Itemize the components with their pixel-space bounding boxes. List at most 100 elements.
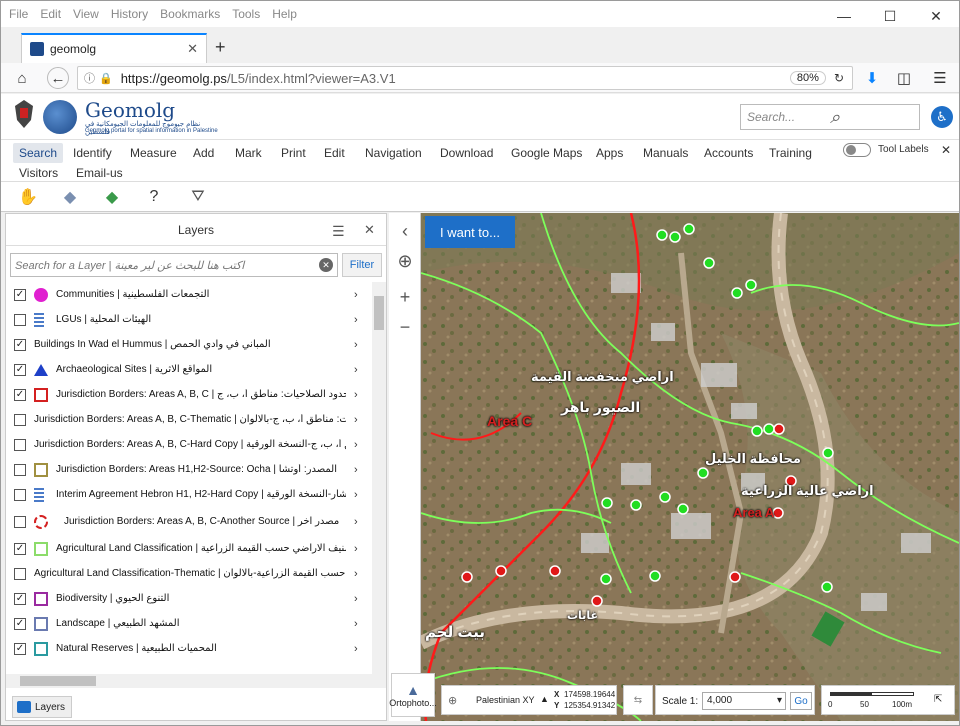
layer-row[interactable]: Agricultural Land Classification-Themati… — [6, 561, 372, 586]
hscrollbar-thumb[interactable] — [20, 676, 96, 686]
help-search-icon[interactable]: ? — [143, 186, 165, 208]
layer-expand-chevron-icon[interactable]: › — [354, 439, 358, 451]
layer-row[interactable]: ✓ Archaeological Sites | المواقع الاثرية › — [6, 357, 372, 382]
tab-accounts[interactable]: Accounts — [704, 146, 753, 160]
layer-expand-chevron-icon[interactable]: › — [354, 489, 358, 501]
menu-help[interactable]: Help — [272, 7, 297, 21]
locate-icon[interactable]: ⊕ — [393, 249, 417, 273]
layer-row[interactable]: ✓ Agricultural Land Classification | تصني… — [6, 536, 372, 561]
url-bar[interactable]: ⓘ 🔒 https://geomolg.ps/L5/index.html?vie… — [77, 66, 853, 90]
tab-visitors[interactable]: Visitors — [19, 166, 58, 180]
layer-checkbox[interactable] — [14, 438, 26, 451]
layer-stack-icon[interactable]: ◆ — [59, 186, 81, 208]
pan-hand-icon[interactable]: ✋ — [17, 186, 39, 208]
layer-row[interactable]: ✓ Biodiversity | التنوع الحيوي › — [6, 586, 372, 611]
zoom-level[interactable]: 80% — [789, 71, 826, 85]
tab-email-us[interactable]: Email-us — [76, 166, 123, 180]
tab-manuals[interactable]: Manuals — [643, 146, 688, 160]
maximize-icon[interactable]: ☐ — [867, 1, 913, 31]
layer-expand-chevron-icon[interactable]: › — [354, 339, 358, 351]
layer-checkbox[interactable] — [14, 567, 26, 580]
home-icon[interactable]: ⌂ — [11, 67, 33, 89]
tab-navigation[interactable]: Navigation — [365, 146, 422, 160]
layer-expand-chevron-icon[interactable]: › — [354, 643, 358, 655]
layer-checkbox[interactable] — [14, 463, 26, 476]
menu-edit[interactable]: Edit — [40, 7, 61, 21]
tab-mark[interactable]: Mark — [235, 146, 262, 160]
layer-list-scrollbar[interactable] — [372, 282, 386, 674]
browser-tab[interactable]: geomolg ✕ — [21, 33, 207, 63]
layer-row[interactable]: Jurisdiction Borders: Areas A, B, C-Anot… — [6, 509, 372, 534]
tab-edit[interactable]: Edit — [324, 146, 345, 160]
layer-checkbox[interactable]: ✓ — [14, 542, 26, 555]
layer-expand-chevron-icon[interactable]: › — [354, 543, 358, 555]
scrollbar-thumb[interactable] — [374, 296, 384, 330]
layer-search-input[interactable]: Search for a Layer | اكتب هنا للبحث عن ل… — [10, 253, 338, 277]
reload-icon[interactable]: ↻ — [834, 71, 844, 85]
lock-icon[interactable]: 🔒 — [99, 72, 113, 85]
scale-go-button[interactable]: Go — [790, 692, 812, 710]
layer-checkbox[interactable]: ✓ — [14, 338, 26, 351]
layer-row[interactable]: ✓ Jurisdiction Borders: Areas A, B, C | ح… — [6, 382, 372, 407]
layer-row[interactable]: ✓ Communities | التجمعات الفلسطينية › — [6, 282, 372, 307]
layer-expand-chevron-icon[interactable]: › — [354, 516, 358, 528]
menu-tools[interactable]: Tools — [232, 7, 260, 21]
layer-row[interactable]: ✓ Natural Reserves | المحميات الطبيعية › — [6, 636, 372, 661]
layers-tab[interactable]: Layers — [12, 696, 72, 718]
tab-measure[interactable]: Measure — [130, 146, 177, 160]
layer-row[interactable]: ✓ Buildings In Wad el Hummus | المباني في… — [6, 332, 372, 357]
sidebar-icon[interactable]: ◫ — [893, 67, 915, 89]
layer-row[interactable]: Jurisdiction Borders: Areas A, B, C-Hard… — [6, 432, 372, 457]
layer-row[interactable]: Interim Agreement Hebron H1, H2-Hard Cop… — [6, 482, 372, 507]
tab-google-maps[interactable]: Google Maps — [511, 146, 582, 160]
scale-dropdown-icon[interactable]: ▾ — [777, 695, 782, 706]
layer-expand-chevron-icon[interactable]: › — [354, 314, 358, 326]
layer-checkbox[interactable] — [14, 413, 26, 426]
layer-checkbox[interactable]: ✓ — [14, 388, 26, 401]
download-icon[interactable]: ⬇ — [861, 67, 883, 89]
scale-icon[interactable]: ⇆ — [623, 685, 653, 715]
i-want-to-button[interactable]: I want to... — [425, 216, 515, 248]
zoom-out-icon[interactable]: − — [393, 315, 417, 339]
accessibility-icon[interactable]: ♿ — [931, 106, 953, 128]
clear-search-icon[interactable]: ✕ — [319, 258, 333, 272]
info-icon[interactable]: ⓘ — [84, 70, 95, 86]
expand-icon[interactable]: ⇱ — [934, 694, 942, 705]
layer-expand-chevron-icon[interactable]: › — [354, 568, 358, 580]
basemap-switcher[interactable]: ▲ Ortophoto... — [389, 673, 437, 717]
projection-dropdown-icon[interactable]: ▲ — [540, 694, 549, 704]
layer-checkbox[interactable] — [14, 313, 26, 326]
layer-expand-chevron-icon[interactable]: › — [354, 364, 358, 376]
panel-close-icon[interactable]: ✕ — [364, 222, 375, 238]
toolbar-close-icon[interactable]: ✕ — [941, 143, 951, 157]
menu-history[interactable]: History — [111, 7, 148, 21]
layer-row[interactable]: Jurisdiction Borders: Areas A, B, C-Them… — [6, 407, 372, 432]
layer-checkbox[interactable]: ✓ — [14, 288, 26, 301]
back-icon[interactable]: ← — [47, 67, 69, 89]
close-icon[interactable]: ✕ — [913, 1, 959, 31]
site-search-input[interactable]: Search... ⌕ — [740, 104, 920, 130]
layer-checkbox[interactable]: ✓ — [14, 592, 26, 605]
layer-expand-chevron-icon[interactable]: › — [354, 593, 358, 605]
layer-expand-chevron-icon[interactable]: › — [354, 414, 358, 426]
map-view[interactable]: Area C Area A اراضي منخفضة القيمة الصيور… — [421, 213, 959, 721]
layer-checkbox[interactable] — [14, 488, 26, 501]
layer-row[interactable]: Jurisdiction Borders: Areas H1,H2-Source… — [6, 457, 372, 482]
layer-checkbox[interactable]: ✓ — [14, 363, 26, 376]
layer-checkbox[interactable] — [14, 515, 26, 528]
hamburger-menu-icon[interactable]: ☰ — [929, 67, 951, 89]
collapse-panel-icon[interactable]: ‹ — [393, 219, 417, 243]
layer-expand-chevron-icon[interactable]: › — [354, 618, 358, 630]
minimize-icon[interactable]: — — [821, 1, 867, 31]
zoom-in-icon[interactable]: + — [393, 285, 417, 309]
green-layer-icon[interactable]: ◆ — [101, 186, 123, 208]
menu-file[interactable]: File — [9, 7, 28, 21]
tab-search[interactable]: Search — [13, 143, 64, 163]
new-tab-icon[interactable]: + — [215, 37, 226, 58]
tab-download[interactable]: Download — [440, 146, 493, 160]
panel-menu-icon[interactable]: ☰ — [332, 223, 345, 240]
tab-training[interactable]: Training — [769, 146, 812, 160]
filter-icon[interactable]: ⛛ — [187, 186, 209, 208]
projection-select[interactable]: Palestinian XY — [476, 695, 535, 705]
layer-row[interactable]: LGUs | الهيئات المحلية › — [6, 307, 372, 332]
